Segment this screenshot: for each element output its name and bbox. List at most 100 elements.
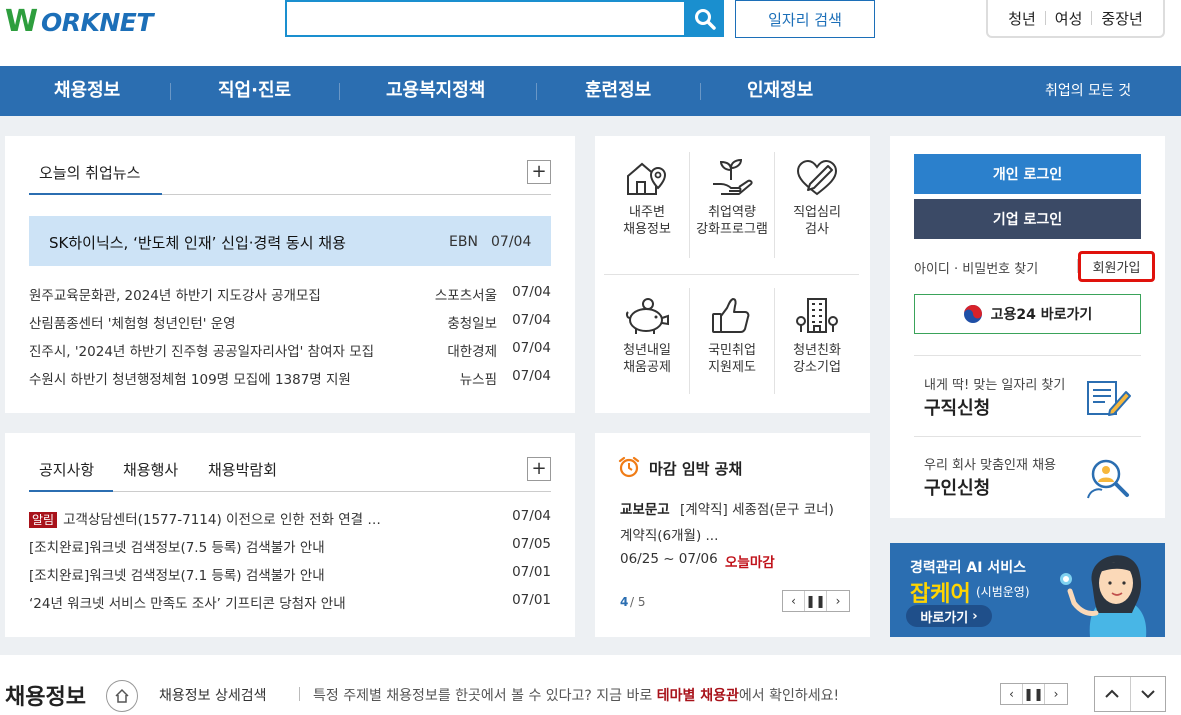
news-item-date: 07/04	[512, 340, 551, 356]
nav-divider	[170, 83, 171, 100]
chevron-up-icon	[1105, 689, 1119, 698]
scroll-buttons	[1094, 676, 1166, 712]
tab-today-news[interactable]: 오늘의 취업뉴스	[39, 162, 140, 183]
notice-item[interactable]: [조치완료]워크넷 검색정보(7.5 등록) 검색불가 안내 07/05	[29, 536, 551, 556]
theme-message: 특정 주제별 채용정보를 한곳에서 볼 수 있다고? 지금 바로 테마별 채용관…	[313, 685, 839, 705]
hand-sprout-icon	[713, 158, 753, 195]
notice-item[interactable]: ‘24년 워크넷 서비스 만족도 조사’ 기프티콘 당첨자 안내 07/01	[29, 592, 551, 612]
target-middle-age-link[interactable]: 중장년	[1101, 8, 1142, 29]
quick-label: 지원제도	[708, 360, 756, 375]
personal-login-button[interactable]: 개인 로그인	[914, 154, 1141, 194]
quick-nearby-jobs[interactable]: 내주변 채용정보	[605, 158, 689, 238]
section-title: 채용정보	[5, 685, 86, 710]
signup-link[interactable]: 회원가입	[1078, 251, 1155, 282]
goyong24-label: 고용24 바로가기	[990, 307, 1093, 323]
news-item-source: 스포츠서울	[434, 288, 497, 304]
home-button[interactable]	[106, 680, 138, 712]
logo-text: ORKNET	[41, 8, 153, 37]
pause-icon[interactable]: ❚❚	[1023, 684, 1045, 704]
nav-all-about-employment[interactable]: 취업의 모든 것	[1045, 66, 1131, 116]
alarm-clock-icon	[618, 456, 640, 478]
tab-job-fair[interactable]: 채용박람회	[208, 459, 277, 480]
target-women-link[interactable]: 여성	[1055, 8, 1083, 29]
quick-national-employment[interactable]: 국민취업 지원제도	[690, 296, 774, 376]
nav-item-training[interactable]: 훈련정보	[585, 66, 651, 116]
quick-menu-panel: 내주변 채용정보 취업역량 강화프로그램 직업심리 검사 청년내일 채움공제 국…	[595, 136, 870, 413]
chevron-left-icon[interactable]: ‹	[783, 591, 805, 611]
news-item-source: 대한경제	[447, 344, 497, 360]
quick-label: 채움공제	[623, 360, 671, 375]
news-item[interactable]: 수원시 하반기 청년행정체험 109명 모집에 1387명 지원 뉴스핌 07/…	[29, 368, 551, 388]
banner-cta-label: 바로가기	[920, 610, 969, 626]
news-panel: 오늘의 취업뉴스 + SK하이닉스, ‘반도체 인재’ 신입·경력 동시 채용 …	[5, 136, 575, 413]
chevron-down-icon	[1141, 690, 1155, 699]
chevron-left-icon[interactable]: ‹	[1001, 684, 1023, 704]
pause-icon[interactable]: ❚❚	[805, 591, 827, 611]
notice-item-title: [조치완료]워크넷 검색정보(7.5 등록) 검색불가 안내	[29, 540, 325, 556]
detail-search-link[interactable]: 채용정보 상세검색	[159, 685, 267, 705]
headline-date: 07/04	[491, 234, 532, 250]
job-seek-apply-link[interactable]: 내게 딱! 맞는 일자리 찾기 구직신청	[914, 366, 1141, 430]
divider	[914, 436, 1141, 437]
notice-item-title: [조치완료]워크넷 검색정보(7.1 등록) 검색불가 안내	[29, 568, 325, 584]
recruit-apply-link[interactable]: 우리 회사 맞춤인재 채용 구인신청	[914, 446, 1141, 510]
deadline-job[interactable]: 교보문고 [계약직] 세종점(문구 코너) 계약직(6개월) ...	[620, 497, 860, 549]
job-search-button[interactable]: 일자리 검색	[735, 0, 875, 38]
deadline-period: 06/25 ~ 07/06	[620, 551, 718, 567]
headline-source: EBN	[449, 234, 478, 250]
company-login-button[interactable]: 기업 로그인	[914, 199, 1141, 239]
quick-label: 취업역량	[708, 205, 756, 220]
nav-item-welfare-policy[interactable]: 고용복지정책	[386, 66, 485, 116]
nav-item-career[interactable]: 직업·진로	[218, 66, 291, 116]
notice-more-button[interactable]: +	[527, 457, 551, 481]
news-item-title: 원주교육문화관, 2024년 하반기 지도강사 공개모집	[29, 288, 321, 304]
notice-item[interactable]: [조치완료]워크넷 검색정보(7.1 등록) 검색불가 안내 07/01	[29, 564, 551, 584]
jobcare-character-illustration	[1060, 555, 1147, 637]
recruit-subtitle: 우리 회사 맞춤인재 채용	[924, 458, 1056, 473]
news-item-title: 수원시 하반기 청년행정체험 109명 모집에 1387명 지원	[29, 372, 351, 388]
notice-item[interactable]: 알림 고객상담센터(1577-7114) 이전으로 인한 전화 연결 … 07/0…	[29, 508, 551, 528]
news-item-date: 07/04	[512, 368, 551, 384]
chevron-right-icon[interactable]: ›	[1045, 684, 1067, 704]
theme-hall-link[interactable]: 테마별 채용관	[657, 688, 739, 704]
search-button[interactable]	[685, 0, 724, 37]
tab-recruit-event[interactable]: 채용행사	[123, 459, 178, 480]
deadline-title: 마감 임박 공채	[649, 460, 743, 478]
search-input[interactable]	[287, 2, 684, 35]
notice-item-date: 07/05	[512, 536, 551, 552]
thumbs-up-icon	[712, 298, 750, 333]
scroll-up-button[interactable]	[1095, 677, 1131, 711]
divider	[1091, 11, 1093, 25]
news-item-date: 07/04	[512, 284, 551, 300]
notice-item-date: 07/01	[512, 592, 551, 608]
banner-pilot: (시범운영)	[976, 585, 1030, 599]
chevron-right-icon[interactable]: ›	[827, 591, 849, 611]
target-youth-link[interactable]: 청년	[1008, 8, 1036, 29]
news-more-button[interactable]: +	[527, 160, 551, 184]
nav-item-talent[interactable]: 인재정보	[747, 66, 813, 116]
banner-cta-button[interactable]: 바로가기 ›	[906, 605, 992, 627]
news-item[interactable]: 산림품종센터 '체험형 청년인턴' 운영 충청일보 07/04	[29, 312, 551, 332]
search-box	[285, 0, 686, 37]
scroll-down-button[interactable]	[1131, 677, 1166, 711]
worknet-logo[interactable]: W ORKNET	[5, 4, 165, 40]
nav-item-jobs[interactable]: 채용정보	[54, 66, 120, 116]
chevron-right-icon: ›	[972, 608, 978, 624]
banner-line1: 경력관리 AI 서비스	[910, 560, 1026, 576]
quick-psych-test[interactable]: 직업심리 검사	[775, 158, 859, 238]
main-nav: 채용정보 직업·진로 고용복지정책 훈련정보 인재정보 취업의 모든 것	[0, 66, 1181, 116]
deadline-desc2: 계약직(6개월) ...	[620, 528, 719, 544]
banner-brand: 잡케어	[910, 582, 971, 607]
quick-skill-program[interactable]: 취업역량 강화프로그램	[690, 158, 774, 238]
tab-notice[interactable]: 공지사항	[39, 459, 94, 480]
plus-icon: +	[531, 161, 547, 182]
goyong24-button[interactable]: 고용24 바로가기	[914, 294, 1141, 334]
page-total: / 5	[630, 595, 646, 609]
quick-youth-friendly-sme[interactable]: 청년친화 강소기업	[775, 296, 859, 376]
news-item[interactable]: 원주교육문화관, 2024년 하반기 지도강사 공개모집 스포츠서울 07/04	[29, 284, 551, 304]
find-id-password-link[interactable]: 아이디 · 비밀번호 찾기	[914, 258, 1038, 277]
quick-youth-savings[interactable]: 청년내일 채움공제	[605, 296, 689, 376]
headline-news[interactable]: SK하이닉스, ‘반도체 인재’ 신입·경력 동시 채용 EBN 07/04	[29, 216, 551, 266]
jobcare-banner[interactable]: 경력관리 AI 서비스 잡케어 (시범운영) 바로가기 ›	[890, 543, 1165, 637]
news-item[interactable]: 진주시, '2024년 하반기 진주형 공공일자리사업' 참여자 모집 대한경제…	[29, 340, 551, 360]
